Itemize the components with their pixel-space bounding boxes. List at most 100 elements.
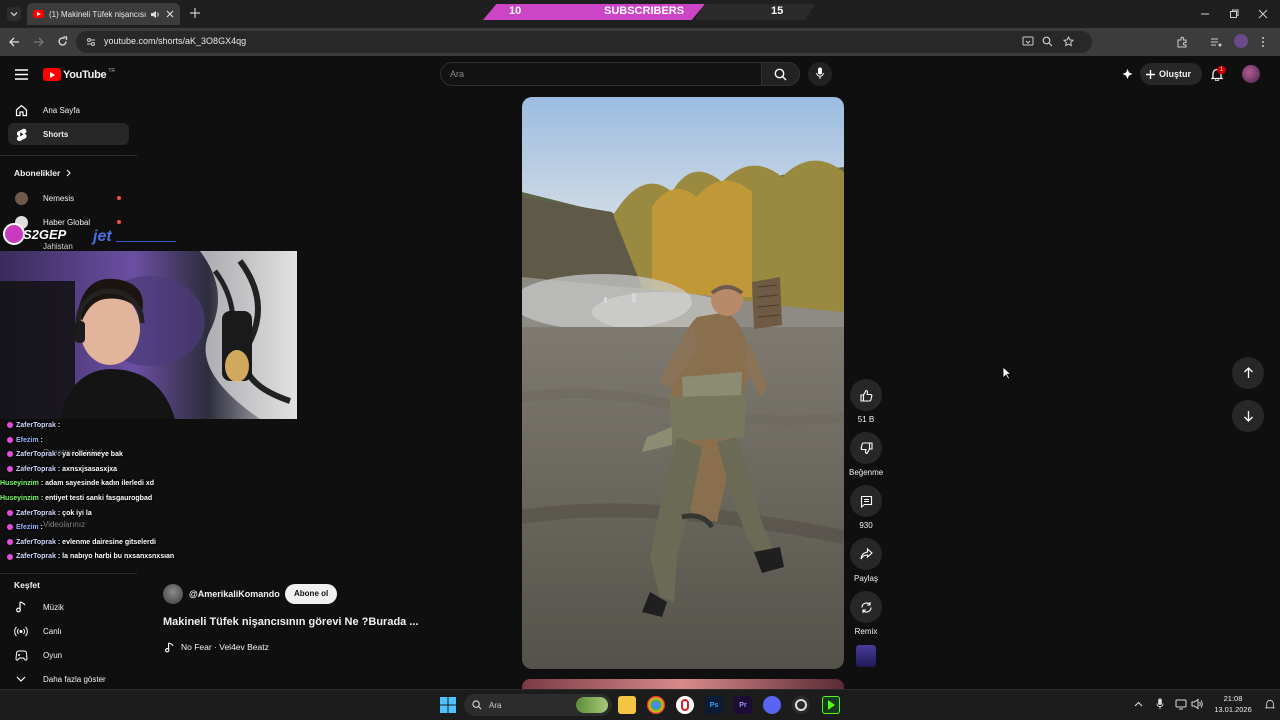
hamburger-menu-icon[interactable]: [15, 69, 28, 80]
site-info-icon[interactable]: [86, 37, 96, 47]
tray-chevron-up-icon[interactable]: [1134, 701, 1143, 707]
audio-track[interactable]: No Fear · Vel4ev Beatz: [181, 642, 269, 652]
create-button[interactable]: Oluştur: [1140, 63, 1202, 85]
remix-button[interactable]: [850, 591, 882, 623]
subs-right-value: 15: [771, 5, 784, 17]
short-title[interactable]: Makineli Tüfek nişancısının görevi Ne ?B…: [163, 616, 419, 628]
comment-icon: [860, 495, 872, 508]
new-tab-icon[interactable]: [190, 8, 200, 18]
url-text: youtube.com/shorts/aK_3O8GX4qg: [104, 36, 247, 46]
mouse-cursor-icon: [1002, 366, 1011, 380]
like-count: 51 B: [857, 415, 875, 424]
restore-icon[interactable]: [1229, 9, 1239, 19]
sidebar-show-more[interactable]: Daha fazla göster: [8, 668, 129, 690]
streamer-logo-icon: [3, 223, 25, 245]
remix-label: Remix: [854, 627, 878, 636]
address-bar[interactable]: youtube.com/shorts/aK_3O8GX4qg: [76, 31, 1092, 53]
discord-icon[interactable]: [763, 696, 781, 714]
next-short-preview[interactable]: [522, 679, 844, 689]
chat-badge-icon: [7, 422, 13, 429]
subscribe-button[interactable]: Abone ol: [285, 584, 338, 604]
channel-avatar[interactable]: [163, 584, 183, 604]
comment-count: 930: [859, 521, 873, 530]
sidebar-item-live[interactable]: Canlı: [8, 620, 129, 642]
next-short-button[interactable]: [1232, 400, 1264, 432]
media-controls-icon[interactable]: [1210, 36, 1222, 48]
kick-app-icon[interactable]: [822, 696, 840, 714]
chat-badge-icon: [7, 509, 13, 516]
youtube-logo[interactable]: YouTube TR: [43, 68, 115, 81]
volume-icon[interactable]: [1191, 698, 1203, 710]
chrome-menu-icon[interactable]: [1261, 36, 1265, 48]
dislike-action[interactable]: Beğenme: [849, 432, 883, 477]
opera-icon[interactable]: [676, 696, 694, 714]
sponsor-logo-mark: [115, 233, 176, 242]
voice-search-button[interactable]: [808, 62, 832, 86]
sidebar-item-gaming[interactable]: Oyun: [8, 644, 129, 666]
chat-text: la nabıyo harbi bu nxsanxsnxsıan: [62, 553, 175, 561]
like-action[interactable]: 51 B: [849, 379, 883, 424]
notification-center-icon[interactable]: [1265, 699, 1275, 710]
account-avatar[interactable]: [1242, 65, 1260, 83]
tab-search-icon[interactable]: [7, 7, 21, 21]
photoshop-icon[interactable]: Ps: [705, 696, 723, 714]
close-tab-icon[interactable]: [166, 10, 174, 18]
sidebar-item-shorts[interactable]: Shorts: [8, 123, 129, 145]
tab-title: (1) Makineli Tüfek nişancısı: [49, 9, 147, 19]
chat-text: ya rollenmeye bak: [62, 451, 123, 459]
back-icon[interactable]: [9, 37, 20, 47]
home-icon: [14, 104, 28, 117]
explore-heading: Keşfet: [14, 580, 40, 590]
dislike-button[interactable]: [850, 432, 882, 464]
previous-short-button[interactable]: [1232, 357, 1264, 389]
taskbar-clock-time[interactable]: 21:08: [1213, 694, 1253, 703]
youtube-favicon-icon: [33, 10, 44, 18]
taskbar-clock-date[interactable]: 13.01.2026: [1208, 705, 1258, 714]
network-icon[interactable]: [1175, 698, 1187, 710]
youtube-play-icon: [43, 68, 61, 81]
reload-icon[interactable]: [57, 36, 68, 47]
sidebar-item-home[interactable]: Ana Sayfa: [8, 99, 129, 121]
short-video-player[interactable]: [522, 97, 844, 669]
chat-separator: :: [38, 524, 43, 532]
sidebar-item-label: Canlı: [43, 626, 62, 636]
arrow-down-icon: [1243, 411, 1253, 422]
comments-button[interactable]: [850, 485, 882, 517]
like-button[interactable]: [850, 379, 882, 411]
cast-icon[interactable]: [1022, 36, 1034, 47]
audio-playing-icon[interactable]: [150, 10, 160, 19]
premiere-icon[interactable]: Pr: [734, 696, 752, 714]
taskbar-search[interactable]: Ara: [464, 694, 612, 716]
remix-action[interactable]: Remix: [849, 591, 883, 636]
browser-tab[interactable]: (1) Makineli Tüfek nişancısı: [27, 3, 180, 25]
minimize-icon[interactable]: [1200, 9, 1210, 19]
share-action[interactable]: Paylaş: [849, 538, 883, 583]
subscriptions-heading[interactable]: Abonelikler: [14, 168, 72, 178]
chat-badge-icon: [7, 436, 13, 443]
chat-message: ZaferToprak : evlenme dairesine gitseler…: [0, 539, 156, 546]
search-button[interactable]: [762, 62, 800, 86]
remix-icon: [860, 601, 872, 613]
bookmark-star-icon[interactable]: [1063, 36, 1074, 47]
ai-tools-icon[interactable]: [1121, 68, 1134, 81]
notification-badge: 1: [1217, 66, 1226, 74]
share-button[interactable]: [850, 538, 882, 570]
close-window-icon[interactable]: [1258, 9, 1268, 19]
file-explorer-icon[interactable]: [618, 696, 636, 714]
zoom-icon[interactable]: [1042, 36, 1053, 47]
audio-thumbnail[interactable]: [856, 645, 876, 667]
extensions-icon[interactable]: [1176, 36, 1188, 48]
sidebar-item-music[interactable]: Müzik: [8, 596, 129, 618]
profile-avatar[interactable]: [1234, 34, 1248, 48]
obs-icon[interactable]: [792, 696, 810, 714]
chrome-icon[interactable]: [647, 696, 665, 714]
microphone-tray-icon[interactable]: [1156, 698, 1164, 710]
comments-action[interactable]: 930: [849, 485, 883, 530]
forward-icon[interactable]: [33, 37, 44, 47]
chat-text: adam sayesinde kadın ilerledi xd: [45, 480, 155, 488]
windows-start-icon[interactable]: [440, 697, 456, 713]
sidebar-item-label: Müzik: [43, 602, 64, 612]
channel-name[interactable]: @AmerikaliKomando: [189, 589, 280, 599]
sidebar-item-subscription[interactable]: Nemesis: [8, 187, 129, 209]
search-input[interactable]: Ara: [440, 62, 762, 86]
